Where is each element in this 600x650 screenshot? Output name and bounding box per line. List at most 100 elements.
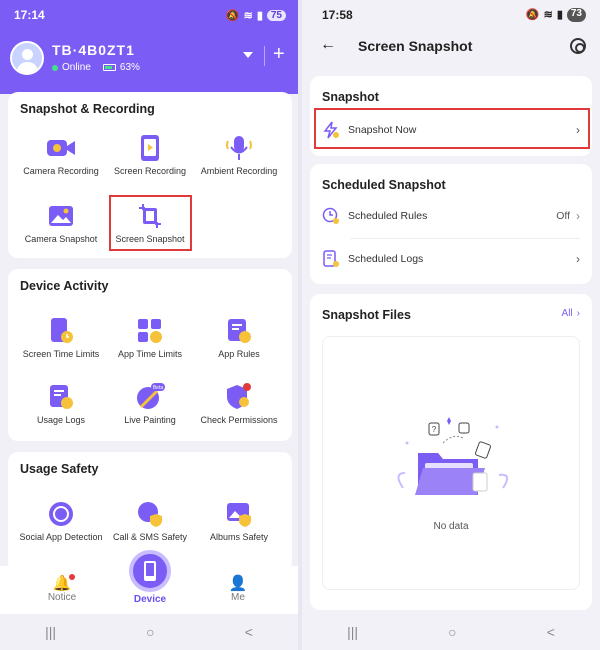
ambient-recording-label: Ambient Recording	[200, 166, 278, 176]
bell-icon: 🔔	[32, 574, 92, 592]
device-dropdown-icon[interactable]	[243, 52, 253, 58]
camera-recording-item[interactable]: Camera Recording	[16, 134, 106, 176]
scheduled-logs-label: Scheduled Logs	[348, 253, 424, 265]
battery-badge: 73	[566, 8, 586, 22]
scheduled-rules-row[interactable]: Scheduled Rules Off ›	[322, 202, 580, 230]
chevron-right-icon: ›	[576, 308, 580, 319]
nav-me[interactable]: 👤 Me	[208, 574, 268, 603]
row-divider	[350, 238, 580, 239]
snapshot-card: Snapshot Snapshot Now ›	[310, 76, 592, 156]
section-title: Snapshot & Recording	[20, 102, 155, 116]
wifi-icon: ≋	[543, 9, 553, 21]
albums-safety-label: Albums Safety	[209, 532, 269, 542]
mute-icon: 🔕	[225, 9, 240, 22]
nav-notice-label: Notice	[47, 592, 77, 603]
check-permissions-item[interactable]: Check Permissions	[194, 383, 284, 425]
system-nav-bar: ||| ○ <	[302, 614, 600, 650]
all-label: All	[561, 308, 573, 319]
phone-clock-icon	[45, 317, 77, 345]
profile-header: 17:14 🔕 ≋ ▮ 75 TB·4B0ZT1 Online 63% +	[0, 0, 298, 94]
device-fab-button[interactable]	[129, 550, 171, 592]
social-app-detection-label: Social App Detection	[19, 532, 103, 542]
albums-safety-item[interactable]: Albums Safety	[194, 500, 284, 542]
palette-icon: Beta	[134, 383, 166, 411]
left-phone-screen: 17:14 🔕 ≋ ▮ 75 TB·4B0ZT1 Online 63% + Snapsh…	[0, 0, 298, 650]
live-painting-item[interactable]: Beta Live Painting	[105, 383, 195, 425]
check-permissions-label: Check Permissions	[200, 415, 278, 425]
nav-device[interactable]: Device	[120, 594, 180, 605]
back-arrow-icon[interactable]: ←	[320, 36, 336, 54]
mute-icon: 🔕	[525, 9, 540, 21]
shield-search-icon	[223, 383, 255, 411]
section-title: Device Activity	[20, 279, 109, 293]
right-phone-screen: 17:58 🔕 ≋ ▮ 73 ← Screen Snapshot Snapshot S…	[302, 0, 600, 650]
files-empty-area: ? No data	[322, 336, 580, 590]
all-files-link[interactable]: All ›	[562, 308, 580, 319]
back-button[interactable]: <	[245, 624, 253, 640]
home-button[interactable]: ○	[146, 624, 154, 640]
highlight-box	[109, 195, 192, 251]
device-name: TB·4B0ZT1	[52, 42, 135, 58]
scheduled-rules-label: Scheduled Rules	[348, 210, 428, 222]
gear-icon[interactable]	[570, 38, 586, 54]
screen-recording-label: Screen Recording	[113, 166, 187, 176]
highlight-box	[314, 108, 590, 149]
screen-recording-icon	[134, 134, 166, 162]
screen-time-limits-item[interactable]: Screen Time Limits	[16, 317, 106, 359]
camera-snapshot-label: Camera Snapshot	[24, 234, 98, 244]
avatar[interactable]	[10, 41, 44, 75]
snapshot-files-card: Snapshot Files All › ? No data	[310, 294, 592, 610]
ambient-recording-item[interactable]: Ambient Recording	[194, 134, 284, 176]
section-title: Scheduled Snapshot	[322, 178, 446, 192]
chat-shield-icon	[134, 500, 166, 528]
beta-badge: Beta	[153, 385, 164, 391]
online-status: Online 63%	[52, 62, 140, 73]
album-shield-icon	[223, 500, 255, 528]
scheduled-snapshot-card: Scheduled Snapshot Scheduled Rules Off › …	[310, 164, 592, 284]
screen-time-limits-label: Screen Time Limits	[22, 349, 100, 359]
call-sms-safety-item[interactable]: Call & SMS Safety	[105, 500, 195, 542]
recents-button[interactable]: |||	[347, 624, 358, 640]
status-bar: 17:58 🔕 ≋ ▮ 73	[322, 8, 586, 22]
status-bar: 17:14 🔕 ≋ ▮ 75	[14, 8, 286, 22]
camera-snapshot-item[interactable]: Camera Snapshot	[16, 202, 106, 244]
app-rules-label: App Rules	[218, 349, 260, 359]
section-title: Snapshot Files	[322, 308, 411, 322]
chevron-right-icon: ›	[576, 252, 580, 266]
section-title: Snapshot	[322, 90, 379, 104]
signal-icon: ▮	[556, 9, 563, 21]
app-time-limits-item[interactable]: App Time Limits	[105, 317, 195, 359]
rules-icon	[223, 317, 255, 345]
empty-folder-illustration: ?	[397, 417, 509, 495]
whatsapp-icon	[45, 500, 77, 528]
image-icon	[45, 202, 77, 230]
status-time: 17:14	[14, 8, 45, 22]
nav-me-label: Me	[231, 592, 245, 603]
battery-badge: 75	[266, 9, 286, 21]
home-button[interactable]: ○	[448, 624, 456, 640]
log-icon	[322, 250, 340, 268]
device-activity-card: Device Activity Screen Time Limits App T…	[8, 269, 292, 441]
screen-recording-item[interactable]: Screen Recording	[105, 134, 195, 176]
apps-grid-icon	[134, 317, 166, 345]
social-app-detection-item[interactable]: Social App Detection	[16, 500, 106, 543]
status-time: 17:58	[322, 8, 353, 22]
header-divider	[264, 46, 265, 66]
app-rules-item[interactable]: App Rules	[194, 317, 284, 359]
chevron-right-icon: ›	[576, 209, 580, 223]
scheduled-logs-row[interactable]: Scheduled Logs ›	[322, 245, 580, 273]
nav-notice[interactable]: 🔔 Notice	[32, 574, 92, 603]
recents-button[interactable]: |||	[45, 624, 56, 640]
battery-icon	[102, 64, 116, 71]
call-sms-safety-label: Call & SMS Safety	[112, 532, 188, 542]
svg-text:?: ?	[432, 425, 437, 434]
usage-logs-item[interactable]: Usage Logs	[16, 383, 106, 425]
system-nav-bar: ||| ○ <	[0, 614, 298, 650]
nav-device-label: Device	[133, 594, 167, 605]
clock-icon	[322, 207, 340, 225]
phone-icon	[144, 561, 156, 581]
page-title: Screen Snapshot	[358, 38, 473, 54]
logs-icon	[45, 383, 77, 411]
add-device-button[interactable]: +	[273, 44, 285, 64]
back-button[interactable]: <	[547, 624, 555, 640]
